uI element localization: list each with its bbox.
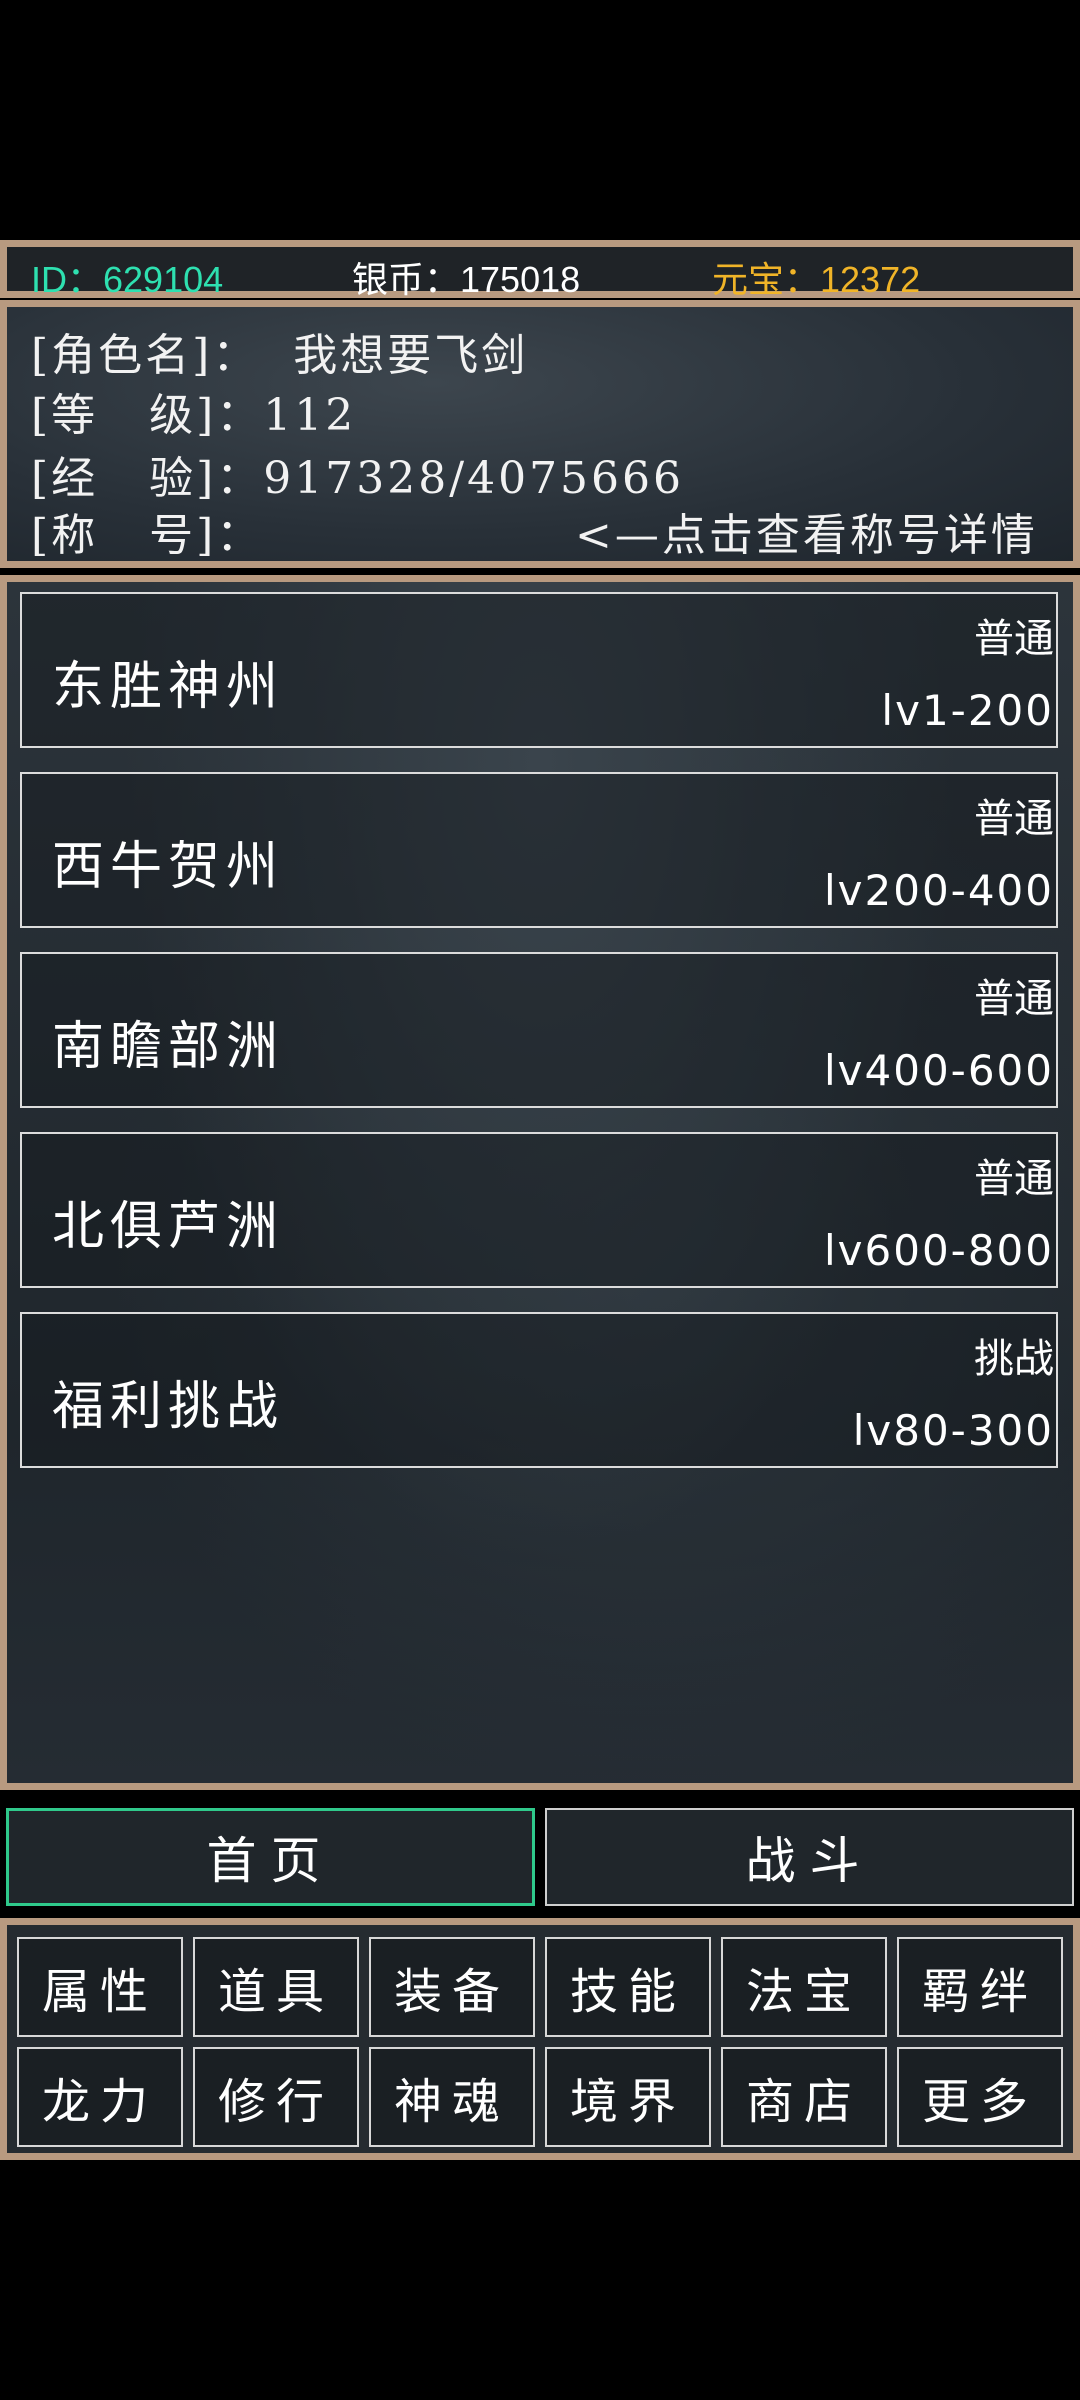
map-list-panel: 东胜神州 普通 lv1-200 西牛贺州 普通 lv200-400 南瞻部洲 普… — [0, 575, 1080, 1790]
divine-soul-button[interactable]: 神魂 — [369, 2047, 535, 2147]
tab-home[interactable]: 首页 — [6, 1808, 535, 1906]
more-button[interactable]: 更多 — [897, 2047, 1063, 2147]
map-name: 北俱芦洲 — [52, 1197, 285, 1257]
map-type: 普通 — [974, 1156, 1054, 1202]
map-type: 普通 — [974, 616, 1054, 662]
attributes-button[interactable]: 属性 — [17, 1937, 183, 2037]
map-item[interactable]: 南瞻部洲 普通 lv400-600 — [20, 952, 1058, 1108]
map-item[interactable]: 东胜神州 普通 lv1-200 — [20, 592, 1058, 748]
map-item[interactable]: 西牛贺州 普通 lv200-400 — [20, 772, 1058, 928]
skills-button[interactable]: 技能 — [545, 1937, 711, 2037]
shop-button[interactable]: 商店 — [721, 2047, 887, 2147]
map-name: 南瞻部洲 — [52, 1017, 285, 1077]
character-title-label: [称 号]： — [31, 510, 264, 561]
player-id: ID：629104 — [31, 259, 224, 300]
map-type: 挑战 — [974, 1336, 1054, 1382]
character-name: [角色名]： 我想要飞剑 — [31, 330, 529, 381]
map-name: 西牛贺州 — [52, 837, 285, 897]
cultivation-button[interactable]: 修行 — [193, 2047, 359, 2147]
map-name: 福利挑战 — [52, 1377, 285, 1437]
tab-battle[interactable]: 战斗 — [545, 1808, 1074, 1906]
character-level: [等 级]：112 — [31, 390, 357, 441]
map-level-range: lv1-200 — [881, 686, 1054, 735]
treasure-button[interactable]: 法宝 — [721, 1937, 887, 2037]
bonds-button[interactable]: 羁绊 — [897, 1937, 1063, 2037]
dragon-power-button[interactable]: 龙力 — [17, 2047, 183, 2147]
map-name: 东胜神州 — [52, 657, 285, 717]
items-button[interactable]: 道具 — [193, 1937, 359, 2037]
map-level-range: lv600-800 — [823, 1226, 1054, 1275]
ingot-count: 元宝：12372 — [712, 259, 921, 300]
map-type: 普通 — [974, 796, 1054, 842]
map-level-range: lv80-300 — [852, 1406, 1054, 1455]
currency-bar: ID：629104 银币：175018 元宝：12372 — [0, 240, 1080, 300]
map-item[interactable]: 福利挑战 挑战 lv80-300 — [20, 1312, 1058, 1468]
map-item[interactable]: 北俱芦洲 普通 lv600-800 — [20, 1132, 1058, 1288]
title-detail-link[interactable]: <—点击查看称号详情 — [575, 499, 1038, 563]
map-level-range: lv400-600 — [823, 1046, 1054, 1095]
realm-button[interactable]: 境界 — [545, 2047, 711, 2147]
function-grid: 属性 道具 装备 技能 法宝 羁绊 龙力 修行 神魂 境界 商店 更多 — [0, 1918, 1080, 2160]
map-level-range: lv200-400 — [823, 866, 1054, 915]
silver-count: 银币：175018 — [352, 259, 581, 300]
map-type: 普通 — [974, 976, 1054, 1022]
equipment-button[interactable]: 装备 — [369, 1937, 535, 2037]
character-exp: [经 验]：917328/4075666 — [31, 453, 685, 504]
character-panel: [角色名]： 我想要飞剑 [等 级]：112 [经 验]：917328/4075… — [0, 300, 1080, 568]
